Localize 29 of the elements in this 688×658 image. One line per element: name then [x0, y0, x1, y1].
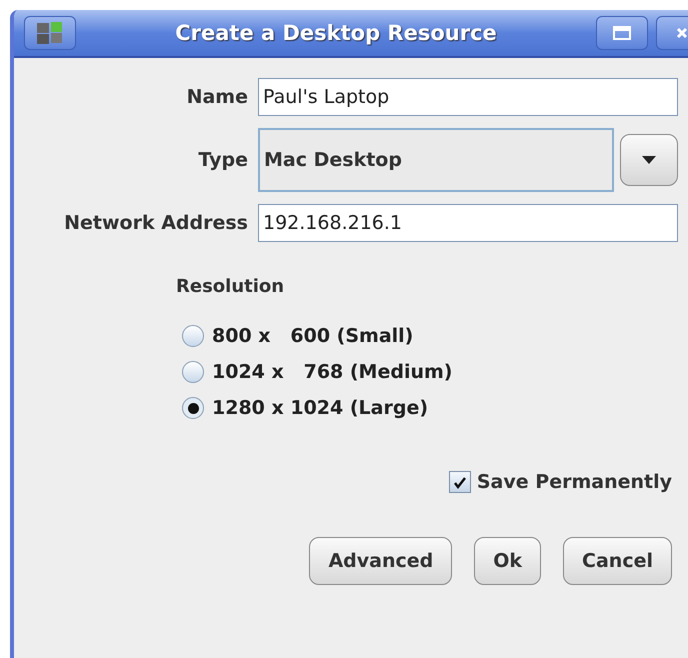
maximize-icon: [612, 25, 632, 41]
radio-button[interactable]: [182, 361, 204, 383]
checkbox-label: Save Permanently: [476, 471, 672, 493]
dialog-button[interactable]: Cancel: [563, 537, 672, 585]
field-label: Type: [197, 149, 248, 171]
dialog-button[interactable]: Ok: [474, 537, 542, 585]
text-field[interactable]: Paul's Laptop: [258, 78, 678, 116]
close-icon: [675, 26, 688, 40]
checkbox[interactable]: [448, 471, 471, 493]
radio-label: 800 x 600 (Small): [212, 325, 414, 347]
radio-label: 1024 x 768 (Medium): [212, 361, 452, 383]
field-label: Name: [186, 86, 248, 108]
dialog-button[interactable]: Advanced: [309, 537, 452, 585]
radio-option[interactable]: 800 x 600 (Small): [176, 325, 688, 347]
dropdown-button[interactable]: [620, 134, 678, 186]
maximize-button[interactable]: [596, 16, 648, 50]
radio-label: 1280 x 1024 (Large): [212, 397, 428, 419]
radio-option[interactable]: 1280 x 1024 (Large): [176, 397, 688, 419]
app-menu-button[interactable]: [24, 16, 76, 50]
app-icon: [35, 21, 65, 45]
radio-button[interactable]: [182, 397, 204, 419]
field-label: Network Address: [63, 212, 248, 234]
section-label: Resolution: [176, 276, 286, 297]
radio-option[interactable]: 1024 x 768 (Medium): [176, 361, 688, 383]
window-title: Create a Desktop Resource: [174, 21, 498, 45]
caret-icon: [641, 155, 657, 165]
type-select[interactable]: Mac Desktop: [258, 128, 614, 192]
text-field[interactable]: 192.168.216.1: [258, 204, 678, 242]
radio-button[interactable]: [182, 325, 204, 347]
